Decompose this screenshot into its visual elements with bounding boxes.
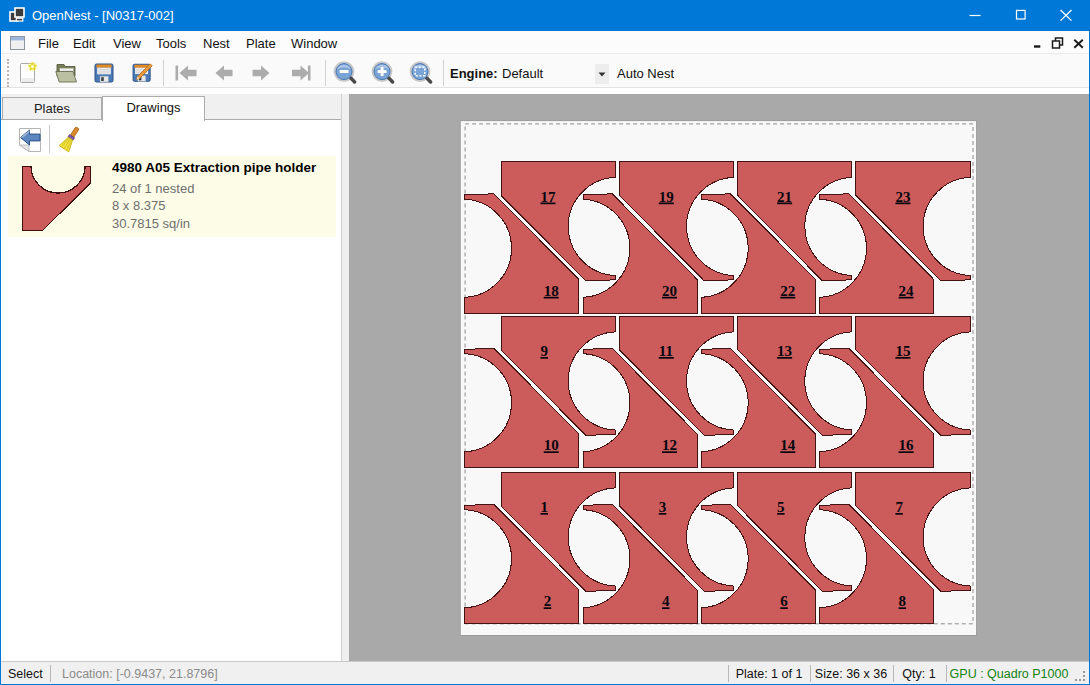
svg-text:20: 20	[662, 283, 677, 299]
svg-text:9: 9	[541, 343, 549, 359]
svg-text:24: 24	[899, 283, 915, 299]
svg-text:4: 4	[662, 593, 670, 609]
svg-text:21: 21	[777, 189, 792, 205]
svg-text:13: 13	[777, 343, 792, 359]
svg-text:7: 7	[895, 499, 903, 515]
svg-text:2: 2	[544, 593, 552, 609]
svg-text:18: 18	[544, 283, 559, 299]
svg-text:5: 5	[777, 499, 785, 515]
svg-text:1: 1	[541, 499, 549, 515]
svg-text:8: 8	[899, 593, 907, 609]
svg-text:11: 11	[659, 343, 673, 359]
svg-text:23: 23	[895, 189, 910, 205]
svg-text:6: 6	[780, 593, 788, 609]
svg-text:22: 22	[780, 283, 795, 299]
svg-text:16: 16	[899, 437, 915, 453]
svg-text:12: 12	[662, 437, 677, 453]
svg-text:10: 10	[544, 437, 559, 453]
svg-text:3: 3	[659, 499, 667, 515]
svg-text:17: 17	[541, 189, 557, 205]
svg-text:14: 14	[780, 437, 796, 453]
svg-text:15: 15	[895, 343, 910, 359]
svg-text:19: 19	[659, 189, 674, 205]
